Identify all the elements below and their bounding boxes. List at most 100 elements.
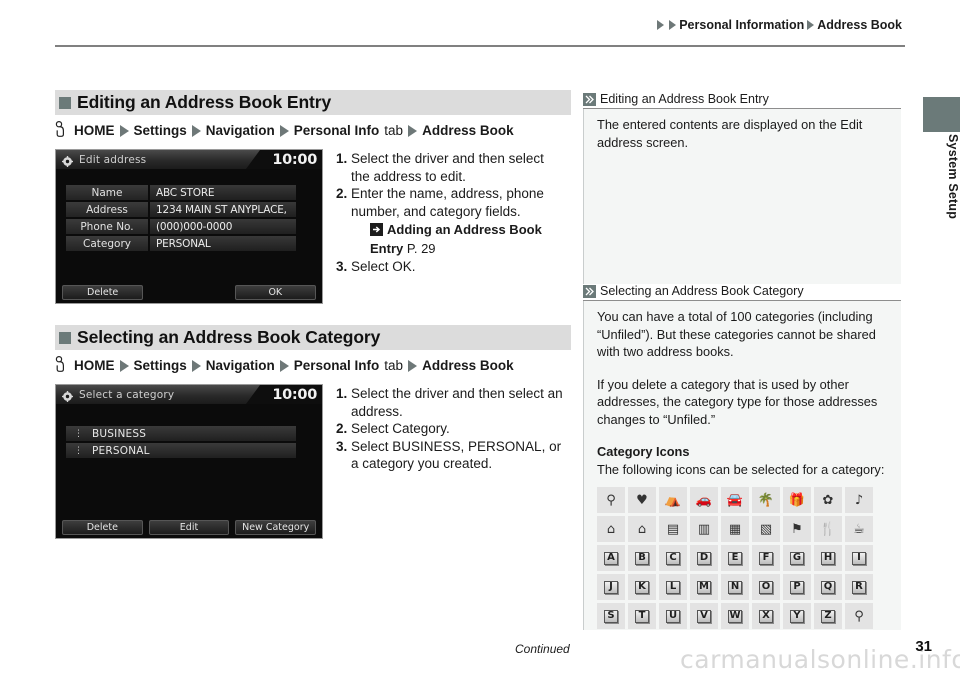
path-arrow-icon xyxy=(191,124,201,137)
letter-icon-x[interactable]: X xyxy=(752,603,780,629)
letter-icon-l[interactable]: L xyxy=(659,574,687,600)
letter-glyph: S xyxy=(604,609,618,623)
field-value: (000)000-0000 xyxy=(150,219,296,234)
nav-screen-select-category: Select a category 10:00 ⋮ BUSINESS ⋮ PER… xyxy=(55,384,323,539)
car-icon[interactable]: 🚗 xyxy=(690,487,718,513)
letter-icon-r[interactable]: R xyxy=(845,574,873,600)
letter-icon-z[interactable]: Z xyxy=(814,603,842,629)
gift-icon[interactable]: 🎁 xyxy=(783,487,811,513)
letter-icon-y[interactable]: Y xyxy=(783,603,811,629)
hand-press-icon xyxy=(55,121,67,140)
cross-reference[interactable]: Adding an Address Book Entry P. 29 xyxy=(370,221,564,257)
letter-glyph: V xyxy=(697,609,711,623)
building1-icon[interactable]: ▤ xyxy=(659,516,687,542)
section-bullet-icon xyxy=(59,96,71,109)
house2-icon[interactable]: ⌂ xyxy=(628,516,656,542)
side-note-header: Editing an Address Book Entry xyxy=(583,92,901,108)
cross-reference-title: Adding an Address Book Entry xyxy=(370,222,542,256)
menu-path: HOME Settings Navigation Personal Info t… xyxy=(55,356,571,375)
path-settings: Settings xyxy=(133,123,187,138)
letter-icon-f[interactable]: F xyxy=(752,545,780,571)
field-value: PERSONAL xyxy=(150,236,296,251)
letter-glyph: B xyxy=(635,551,649,565)
letter-icon-t[interactable]: T xyxy=(628,603,656,629)
coffee-cup-icon[interactable]: ☕ xyxy=(845,516,873,542)
path-address-book: Address Book xyxy=(422,123,514,138)
letter-icon-e[interactable]: E xyxy=(721,545,749,571)
field-row[interactable]: Category PERSONAL xyxy=(66,236,296,251)
field-label: Phone No. xyxy=(66,219,148,234)
path-arrow-icon xyxy=(191,359,201,372)
letter-glyph: E xyxy=(728,551,742,565)
letter-icon-n[interactable]: N xyxy=(721,574,749,600)
flower-icon[interactable]: ✿ xyxy=(814,487,842,513)
pin-icon[interactable]: ⚲ xyxy=(845,603,873,629)
heart-icon[interactable]: ♥ xyxy=(628,487,656,513)
double-chevron-icon xyxy=(583,92,596,106)
tent-icon[interactable]: ⛺ xyxy=(659,487,687,513)
field-row[interactable]: Name ABC STORE xyxy=(66,185,296,200)
ok-button[interactable]: OK xyxy=(234,285,316,300)
letter-glyph: Y xyxy=(790,609,804,623)
category-icon: ⋮ xyxy=(74,428,83,439)
letter-icon-i[interactable]: I xyxy=(845,545,873,571)
path-navigation: Navigation xyxy=(205,358,275,373)
path-arrow-icon xyxy=(119,124,129,137)
letter-icon-w[interactable]: W xyxy=(721,603,749,629)
delete-button[interactable]: Delete xyxy=(62,285,144,300)
field-label: Category xyxy=(66,236,148,251)
side-note-body: The entered contents are displayed on th… xyxy=(583,109,901,284)
pin-icon[interactable]: ⚲ xyxy=(597,487,625,513)
breadcrumb-arrow-icon xyxy=(807,20,815,30)
hand-press-icon xyxy=(55,356,67,375)
letter-icon-s[interactable]: S xyxy=(597,603,625,629)
button-spacer xyxy=(149,285,228,300)
office2-icon[interactable]: ▧ xyxy=(752,516,780,542)
golf-flag-icon[interactable]: ⚑ xyxy=(783,516,811,542)
letter-icon-v[interactable]: V xyxy=(690,603,718,629)
letter-icon-o[interactable]: O xyxy=(752,574,780,600)
step-number: 3. xyxy=(336,438,348,454)
island-icon[interactable]: 🌴 xyxy=(752,487,780,513)
breadcrumb: Personal Information Address Book xyxy=(655,18,902,32)
page-number: 31 xyxy=(915,638,932,655)
letter-glyph: O xyxy=(759,580,773,594)
step-number: 2. xyxy=(336,421,348,436)
letter-icon-a[interactable]: A xyxy=(597,545,625,571)
nav-screen-titlebar: Edit address 10:00 xyxy=(56,150,322,169)
side-note-selecting: Selecting an Address Book Category You c… xyxy=(583,284,901,630)
letter-icon-c[interactable]: C xyxy=(659,545,687,571)
edit-button[interactable]: Edit xyxy=(148,520,230,535)
letter-icon-j[interactable]: J xyxy=(597,574,625,600)
letter-icon-g[interactable]: G xyxy=(783,545,811,571)
house1-icon[interactable]: ⌂ xyxy=(597,516,625,542)
field-row[interactable]: Phone No. (000)000-0000 xyxy=(66,219,296,234)
letter-icon-d[interactable]: D xyxy=(690,545,718,571)
field-label: Address xyxy=(66,202,148,217)
letter-icon-m[interactable]: M xyxy=(690,574,718,600)
category-list-item[interactable]: ⋮ PERSONAL xyxy=(66,443,296,458)
letter-icon-q[interactable]: Q xyxy=(814,574,842,600)
fork-knife-icon[interactable]: 🍴 xyxy=(814,516,842,542)
letter-icon-h[interactable]: H xyxy=(814,545,842,571)
category-icons-intro: The following icons can be selected for … xyxy=(597,461,885,477)
letter-icon-b[interactable]: B xyxy=(628,545,656,571)
letter-glyph: C xyxy=(666,551,680,565)
step-item: 3. Select BUSINESS, PERSONAL, or a categ… xyxy=(336,438,564,473)
letter-icon-u[interactable]: U xyxy=(659,603,687,629)
letter-icon-p[interactable]: P xyxy=(783,574,811,600)
car2-icon[interactable]: 🚘 xyxy=(721,487,749,513)
nav-screen-title: Select a category xyxy=(79,388,175,401)
section-header: Editing an Address Book Entry xyxy=(55,90,571,115)
category-list-item[interactable]: ⋮ BUSINESS xyxy=(66,426,296,441)
new-category-button[interactable]: New Category xyxy=(235,520,317,535)
delete-button[interactable]: Delete xyxy=(62,520,143,535)
menu-path: HOME Settings Navigation Personal Info t… xyxy=(55,121,571,140)
section-title: Editing an Address Book Entry xyxy=(77,92,332,112)
office1-icon[interactable]: ▦ xyxy=(721,516,749,542)
music-note-icon[interactable]: ♪ xyxy=(845,487,873,513)
building2-icon[interactable]: ▥ xyxy=(690,516,718,542)
path-arrow-icon xyxy=(408,359,418,372)
letter-icon-k[interactable]: K xyxy=(628,574,656,600)
field-row[interactable]: Address 1234 MAIN ST ANYPLACE, xyxy=(66,202,296,217)
